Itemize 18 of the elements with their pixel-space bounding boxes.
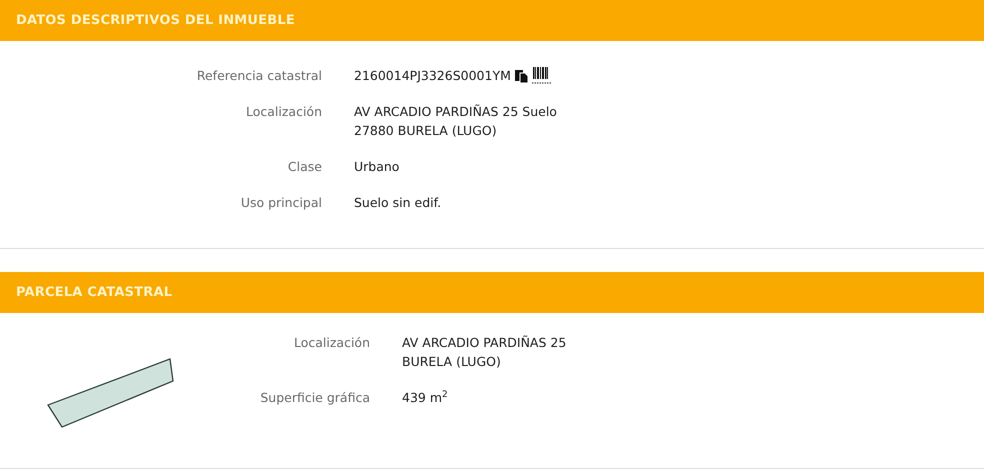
- field-label: Localización: [244, 103, 322, 121]
- field-value: Urbano: [354, 158, 400, 176]
- field-value: BURELA (LUGO): [402, 353, 501, 371]
- field-value: 439 m$^{2}$: [402, 388, 448, 407]
- barcode-icon[interactable]: [532, 66, 552, 84]
- field-label: Uso principal: [240, 194, 322, 212]
- field-label: Referencia catastral: [196, 67, 322, 85]
- section-title: PARCELA CATASTRAL: [16, 285, 172, 300]
- field-value: 2160014PJ3326S0001YM: [354, 67, 511, 85]
- field-label: Localización: [292, 334, 370, 352]
- field-label: Superficie gráfica: [259, 389, 370, 407]
- field-value: Suelo sin edif.: [354, 194, 442, 212]
- field-value: AV ARCADIO PARDIÑAS 25 Suelo: [354, 103, 557, 121]
- field-value: AV ARCADIO PARDIÑAS 25: [402, 334, 566, 352]
- section-title: DATOS DESCRIPTIVOS DEL INMUEBLE: [16, 13, 295, 28]
- field-label: Clase: [286, 158, 322, 176]
- copy-icon[interactable]: [514, 68, 528, 82]
- field-value: 27880 BURELA (LUGO): [354, 122, 497, 140]
